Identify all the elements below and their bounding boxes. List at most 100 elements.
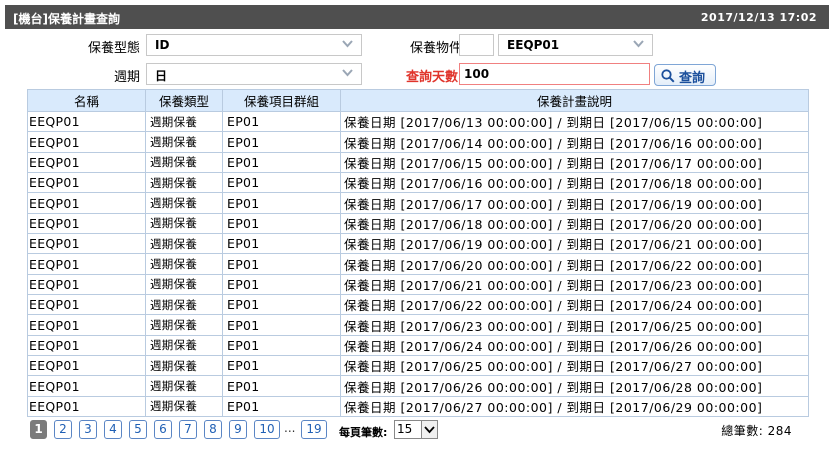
cell-maintenance-type: 週期保養 — [145, 233, 223, 255]
query-button[interactable]: 查詢 — [654, 64, 716, 86]
maintenance-object-code-input[interactable] — [459, 34, 494, 56]
current-datetime: 2017/12/13 17:02 — [700, 11, 817, 24]
cell-maintenance-type: 週期保養 — [145, 375, 223, 397]
table-row[interactable]: EEQP01 週期保養 EP01 保養日期 [2017/06/22 00:00:00]… — [27, 294, 809, 316]
cell-name: EEQP01 — [27, 172, 146, 194]
page-button-2[interactable]: 2 — [54, 420, 72, 439]
cycle-select[interactable]: 日 — [146, 63, 362, 85]
cell-maintenance-type: 週期保養 — [145, 314, 223, 336]
cell-item-group: EP01 — [222, 355, 341, 377]
column-header-description[interactable]: 保養計畫說明 — [340, 89, 809, 112]
cell-maintenance-type: 週期保養 — [145, 151, 223, 174]
cell-plan-description: 保養日期 [2017/06/20 00:00:00] / 到期日 [2017/0… — [340, 253, 809, 275]
page-button-5[interactable]: 5 — [129, 420, 147, 439]
column-header-type[interactable]: 保養類型 — [145, 89, 223, 112]
maintenance-plan-table: 名稱 保養類型 保養項目群組 保養計畫說明 EEQP01 週期保養 EP01 保養日期… — [27, 89, 809, 418]
per-page-value: 15 — [397, 422, 413, 436]
table-row[interactable]: EEQP01 週期保養 EP01 保養日期 [2017/06/23 00:00:00]… — [27, 314, 809, 336]
cell-maintenance-type: 週期保養 — [145, 110, 223, 133]
cell-item-group: EP01 — [222, 273, 341, 296]
cell-plan-description: 保養日期 [2017/06/24 00:00:00] / 到期日 [2017/0… — [340, 334, 809, 357]
cell-item-group: EP01 — [222, 172, 341, 194]
cell-maintenance-type: 週期保養 — [145, 294, 223, 316]
cell-plan-description: 保養日期 [2017/06/27 00:00:00] / 到期日 [2017/0… — [340, 395, 809, 418]
cell-item-group: EP01 — [222, 334, 341, 357]
cell-plan-description: 保養日期 [2017/06/19 00:00:00] / 到期日 [2017/0… — [340, 233, 809, 255]
cell-item-group: EP01 — [222, 151, 341, 174]
cell-name: EEQP01 — [27, 395, 146, 418]
cycle-value: 日 — [155, 69, 168, 83]
cell-plan-description: 保養日期 [2017/06/16 00:00:00] / 到期日 [2017/0… — [340, 172, 809, 194]
table-row[interactable]: EEQP01 週期保養 EP01 保養日期 [2017/06/17 00:00:00]… — [27, 192, 809, 214]
cell-name: EEQP01 — [27, 131, 146, 153]
column-header-item-group[interactable]: 保養項目群組 — [222, 89, 341, 112]
table-row[interactable]: EEQP01 週期保養 EP01 保養日期 [2017/06/14 00:00:00]… — [27, 131, 809, 153]
per-page-select[interactable]: 15 — [394, 420, 438, 439]
cell-name: EEQP01 — [27, 294, 146, 316]
table-row[interactable]: EEQP01 週期保養 EP01 保養日期 [2017/06/21 00:00:00]… — [27, 273, 809, 296]
cell-maintenance-type: 週期保養 — [145, 172, 223, 194]
maintenance-type-value: ID — [155, 38, 170, 52]
column-header-name[interactable]: 名稱 — [27, 89, 146, 112]
cell-plan-description: 保養日期 [2017/06/15 00:00:00] / 到期日 [2017/0… — [340, 151, 809, 174]
page-button-last[interactable]: 19 — [301, 420, 327, 439]
cell-maintenance-type: 週期保養 — [145, 253, 223, 275]
table-row[interactable]: EEQP01 週期保養 EP01 保養日期 [2017/06/18 00:00:00]… — [27, 212, 809, 235]
cell-maintenance-type: 週期保養 — [145, 334, 223, 357]
page-button-7[interactable]: 7 — [179, 420, 197, 439]
cell-plan-description: 保養日期 [2017/06/14 00:00:00] / 到期日 [2017/0… — [340, 131, 809, 153]
cell-plan-description: 保養日期 [2017/06/13 00:00:00] / 到期日 [2017/0… — [340, 110, 809, 133]
maintenance-object-select[interactable]: EEQP01 — [498, 34, 653, 56]
cell-plan-description: 保養日期 [2017/06/21 00:00:00] / 到期日 [2017/0… — [340, 273, 809, 296]
page-button-6[interactable]: 6 — [154, 420, 172, 439]
cell-name: EEQP01 — [27, 253, 146, 275]
table-row[interactable]: EEQP01 週期保養 EP01 保養日期 [2017/06/24 00:00:00]… — [27, 334, 809, 357]
cell-maintenance-type: 週期保養 — [145, 273, 223, 296]
cell-name: EEQP01 — [27, 273, 146, 296]
cell-name: EEQP01 — [27, 151, 146, 174]
cell-item-group: EP01 — [222, 375, 341, 397]
cell-name: EEQP01 — [27, 212, 146, 235]
window-title: [機台]保養計畫查詢 — [13, 12, 120, 26]
query-button-label: 查詢 — [679, 71, 706, 86]
cell-name: EEQP01 — [27, 110, 146, 133]
cell-maintenance-type: 週期保養 — [145, 192, 223, 214]
total-count: 總筆數: 284 — [721, 424, 792, 438]
page-button-10[interactable]: 10 — [254, 420, 280, 439]
title-bar: [機台]保養計畫查詢 2017/12/13 17:02 — [5, 5, 829, 29]
page-button-3[interactable]: 3 — [79, 420, 97, 439]
table-row[interactable]: EEQP01 週期保養 EP01 保養日期 [2017/06/16 00:00:00]… — [27, 172, 809, 194]
pager-ellipsis: ... — [284, 421, 296, 435]
cell-maintenance-type: 週期保養 — [145, 212, 223, 235]
cell-item-group: EP01 — [222, 233, 341, 255]
cell-maintenance-type: 週期保養 — [145, 131, 223, 153]
cell-item-group: EP01 — [222, 192, 341, 214]
chevron-down-icon — [342, 69, 353, 77]
cell-item-group: EP01 — [222, 314, 341, 336]
cell-item-group: EP01 — [222, 253, 341, 275]
table-row[interactable]: EEQP01 週期保養 EP01 保養日期 [2017/06/19 00:00:00]… — [27, 233, 809, 255]
page-button-9[interactable]: 9 — [229, 420, 247, 439]
cell-plan-description: 保養日期 [2017/06/17 00:00:00] / 到期日 [2017/0… — [340, 192, 809, 214]
cell-maintenance-type: 週期保養 — [145, 395, 223, 418]
cell-item-group: EP01 — [222, 110, 341, 133]
cell-item-group: EP01 — [222, 131, 341, 153]
page-button-1[interactable]: 1 — [30, 420, 47, 439]
table-row[interactable]: EEQP01 週期保養 EP01 保養日期 [2017/06/20 00:00:00]… — [27, 253, 809, 275]
table-row[interactable]: EEQP01 週期保養 EP01 保養日期 [2017/06/27 00:00:00]… — [27, 395, 809, 418]
query-days-input[interactable]: 100 — [459, 63, 650, 85]
table-row[interactable]: EEQP01 週期保養 EP01 保養日期 [2017/06/26 00:00:00]… — [27, 375, 809, 397]
cell-plan-description: 保養日期 [2017/06/18 00:00:00] / 到期日 [2017/0… — [340, 212, 809, 235]
table-row[interactable]: EEQP01 週期保養 EP01 保養日期 [2017/06/15 00:00:00]… — [27, 151, 809, 174]
cell-name: EEQP01 — [27, 375, 146, 397]
table-row[interactable]: EEQP01 週期保養 EP01 保養日期 [2017/06/13 00:00:00]… — [27, 110, 809, 133]
cell-item-group: EP01 — [222, 395, 341, 418]
cell-name: EEQP01 — [27, 192, 146, 214]
page-button-8[interactable]: 8 — [204, 420, 222, 439]
maintenance-object-value: EEQP01 — [507, 38, 560, 52]
maintenance-type-label: 保養型態 — [87, 41, 140, 56]
maintenance-type-select[interactable]: ID — [146, 34, 362, 56]
page-button-4[interactable]: 4 — [104, 420, 122, 439]
table-row[interactable]: EEQP01 週期保養 EP01 保養日期 [2017/06/25 00:00:00]… — [27, 355, 809, 377]
chevron-down-icon — [421, 421, 437, 438]
